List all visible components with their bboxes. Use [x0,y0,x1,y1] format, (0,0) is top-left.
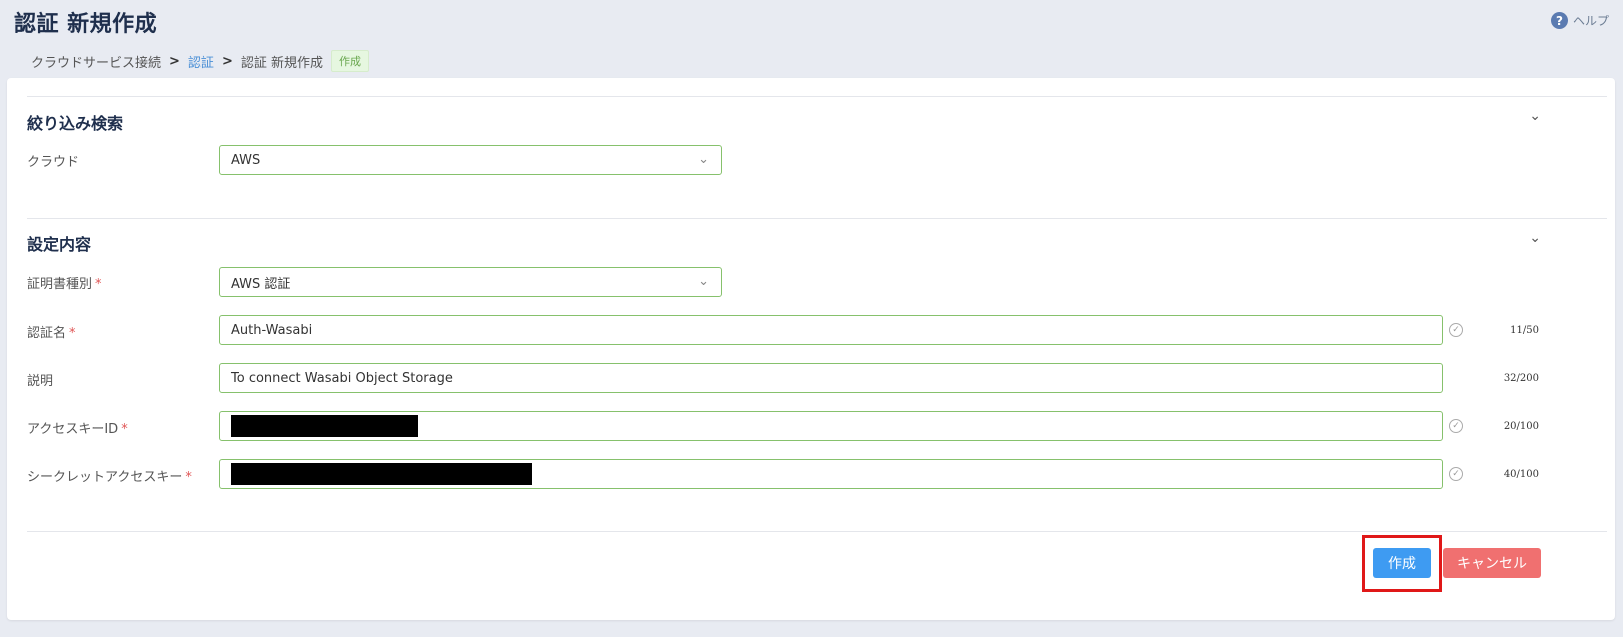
collapse-filter-chevron-icon[interactable]: ⌄ [1529,108,1541,124]
chevron-down-icon: ⌄ [698,274,709,289]
cancel-button[interactable]: キャンセル [1443,548,1541,578]
redacted-value [231,415,418,437]
breadcrumb-item-cloud-service[interactable]: クラウドサービス接続 [31,52,161,71]
cloud-select-value: AWS [231,152,261,168]
divider [27,96,1607,97]
access-key-counter: 20/100 [1503,421,1539,432]
auth-name-input[interactable]: Auth-Wasabi [219,315,1443,345]
secret-key-counter: 40/100 [1503,469,1539,480]
secret-key-label: シークレットアクセスキー * [27,466,192,485]
mode-badge: 作成 [330,50,369,72]
cert-type-select-value: AWS 認証 [231,276,291,292]
form-panel: 絞り込み検索 ⌄ クラウド AWS ⌄ 設定内容 ⌄ 証明書種別 * AWS 認証… [7,78,1615,620]
breadcrumb-separator-icon: > [169,53,180,69]
page-title: 認証 新規作成 [14,11,158,37]
access-key-input[interactable] [219,411,1443,441]
valid-check-icon: ✓ [1449,467,1463,481]
cloud-label: クラウド [27,155,80,170]
required-mark: * [95,277,102,292]
breadcrumb: クラウドサービス接続 > 認証 > 認証 新規作成 作成 [31,50,369,72]
access-key-label: アクセスキーID * [27,418,128,437]
access-key-label-text: アクセスキーID [27,422,119,437]
valid-check-icon: ✓ [1449,419,1463,433]
valid-check-icon: ✓ [1449,323,1463,337]
required-mark: * [69,326,76,341]
auth-name-label-text: 認証名 [27,326,67,341]
secret-key-input[interactable] [219,459,1443,489]
secret-key-label-text: シークレットアクセスキー [27,470,183,485]
breadcrumb-separator-icon: > [221,53,233,69]
divider [27,531,1607,532]
cert-type-select[interactable]: AWS 認証 ⌄ [219,267,722,297]
auth-name-label: 認証名 * [27,322,76,341]
cert-type-label: 証明書種別 * [27,273,102,292]
description-input[interactable]: To connect Wasabi Object Storage [219,363,1443,393]
required-mark: * [185,470,192,485]
breadcrumb-item-auth[interactable]: 認証 [188,52,214,71]
divider [27,218,1607,219]
description-value: To connect Wasabi Object Storage [231,370,453,386]
collapse-settings-chevron-icon[interactable]: ⌄ [1529,230,1541,246]
settings-section-title: 設定内容 [27,235,92,254]
help-label: ヘルプ [1572,14,1609,28]
help-icon: ? [1550,12,1568,29]
redacted-value [231,463,532,485]
auth-name-counter: 11/50 [1510,325,1539,336]
required-mark: * [121,422,128,437]
chevron-down-icon: ⌄ [698,152,709,167]
filter-section-title: 絞り込み検索 [27,114,124,133]
breadcrumb-item-current: 認証 新規作成 [240,55,323,71]
auth-name-value: Auth-Wasabi [231,322,313,338]
description-label: 説明 [27,374,54,389]
cert-type-label-text: 証明書種別 [27,277,93,292]
description-counter: 32/200 [1503,373,1539,384]
cloud-select[interactable]: AWS ⌄ [219,145,722,175]
help-link[interactable]: ? ヘルプ [1550,12,1609,29]
highlight-box [1362,535,1442,592]
